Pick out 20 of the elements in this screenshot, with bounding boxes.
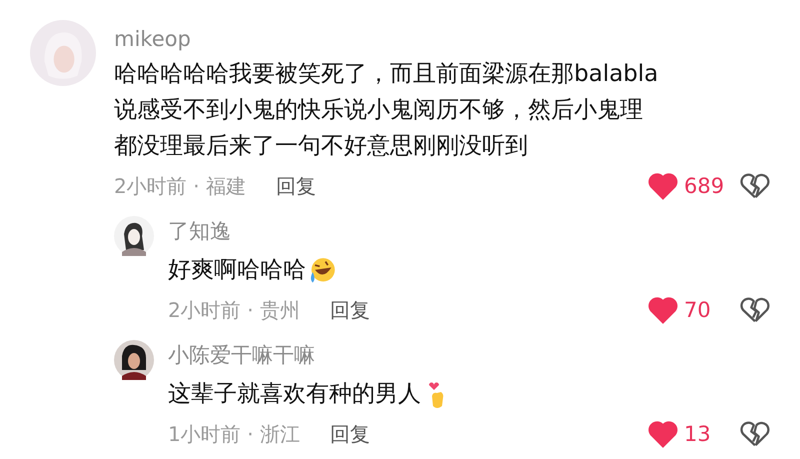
reply-button[interactable]: 回复 [330, 296, 370, 324]
comment-meta: 2小时前 · 贵州 [168, 296, 300, 324]
avatar[interactable] [114, 216, 154, 256]
broken-heart-icon[interactable] [740, 296, 770, 324]
reply-button[interactable]: 回复 [330, 420, 370, 448]
heart-icon[interactable] [648, 420, 678, 448]
comment-meta: 1小时前 · 浙江 [168, 420, 300, 448]
comment-text: 好爽啊哈哈哈 [168, 256, 306, 285]
comment-meta: 2小时前 · 福建 [114, 172, 246, 200]
avatar[interactable] [114, 340, 154, 380]
reply-button[interactable]: 回复 [276, 172, 316, 200]
like-count: 13 [684, 422, 712, 446]
like-count: 689 [684, 174, 726, 198]
like-count: 70 [684, 298, 712, 322]
heart-icon[interactable] [648, 296, 678, 324]
comment-text: 这辈子就喜欢有种的男人 [168, 380, 421, 409]
broken-heart-icon[interactable] [740, 420, 770, 448]
heart-icon[interactable] [648, 172, 678, 200]
broken-heart-icon[interactable] [740, 172, 770, 200]
comment-text: 哈哈哈哈哈我要被笑死了，而且前面梁源在那balabla 说感受不到小鬼的快乐说小鬼阅历不够，然后小鬼理 都没理最后来了一句不好意思刚刚没听到 [114, 60, 660, 161]
